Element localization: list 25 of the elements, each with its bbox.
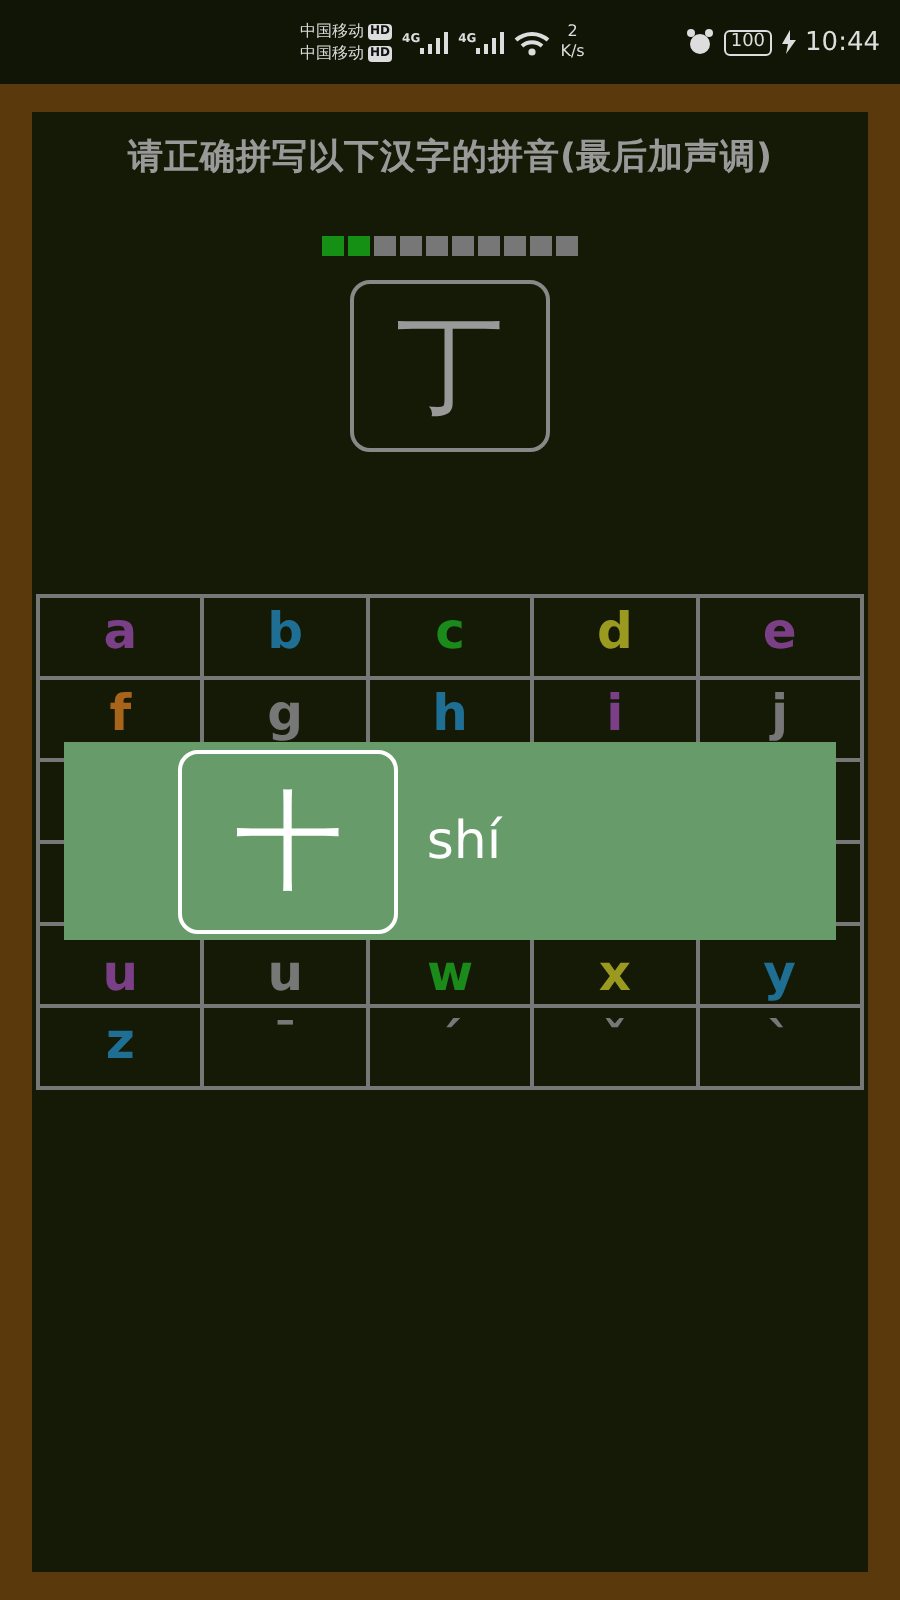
letter-key[interactable]: ˋ — [699, 1008, 860, 1086]
clock: 10:44 — [805, 27, 880, 57]
alarm-icon — [686, 28, 715, 56]
signal-icon — [420, 31, 449, 53]
signal-icon — [476, 31, 505, 53]
letter-key[interactable]: c — [369, 598, 531, 676]
instruction-text: 请正确拼写以下汉字的拼音(最后加声调) — [128, 135, 772, 180]
letter-key[interactable]: a — [40, 598, 201, 676]
carrier-name: 中国移动 — [300, 21, 364, 41]
battery-level: 100 — [724, 29, 772, 55]
letter-key[interactable]: z — [40, 1008, 201, 1086]
letter-key[interactable]: d — [534, 598, 696, 676]
charging-icon — [781, 30, 796, 54]
wifi-icon — [514, 29, 551, 55]
letter-key[interactable]: b — [204, 598, 366, 676]
hanzi-character: 丁 — [396, 312, 504, 420]
speed-value: 2 — [567, 22, 578, 42]
hanzi-character: 十 — [234, 787, 343, 895]
letter-key[interactable]: ˉ — [204, 1008, 366, 1086]
carrier-name: 中国移动 — [300, 43, 364, 63]
pinyin-answer: shí — [426, 811, 502, 871]
speed-unit: K/s — [560, 42, 585, 62]
letter-key[interactable]: e — [699, 598, 860, 676]
letter-key[interactable]: ˊ — [369, 1008, 531, 1086]
letter-key[interactable]: ˇ — [534, 1008, 696, 1086]
